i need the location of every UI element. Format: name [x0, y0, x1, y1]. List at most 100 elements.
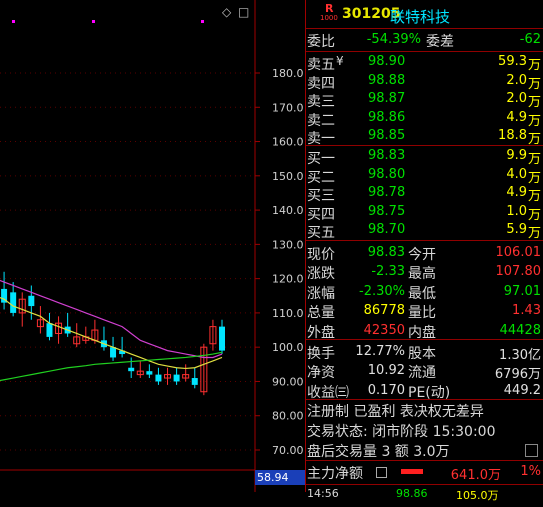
weicha-value: -62 [519, 32, 541, 47]
buy-level-1[interactable]: 买一 98.83 9.9 万 [306, 146, 543, 167]
expand-icon[interactable] [525, 444, 538, 457]
cursor-price-label: 58.94 [255, 470, 305, 485]
y-tick-label: 140.0 [272, 204, 304, 217]
y-tick-label: 180.0 [272, 67, 304, 80]
order-price: 98.83 [368, 148, 406, 163]
stat-value: 106.01 [495, 245, 542, 260]
main-flow-icon [376, 467, 387, 478]
candle-body [110, 347, 117, 358]
tick-time: 14:56 [307, 487, 339, 500]
tick-price: 98.86 [396, 487, 428, 500]
stock-name: 联特科技 [390, 8, 451, 26]
stock-header[interactable]: R 1000 301205 联特科技 [306, 0, 543, 28]
stat-value: 98.83 [367, 245, 405, 260]
y-tick-label: 70.00 [272, 444, 304, 457]
order-price: 98.85 [368, 128, 406, 144]
order-volume: 4.9 [506, 185, 527, 201]
y-tick-label: 170.0 [272, 101, 304, 114]
order-volume: 5.9 [506, 222, 527, 238]
stock-attributes: 注册制 已盈利 表决权无差异 [307, 404, 484, 420]
weibi-value: -54.39% [366, 32, 421, 47]
weibi-row: 委比 -54.39% 委差 -62 [306, 29, 543, 51]
buy-level-2[interactable]: 买二 98.80 4.0 万 [306, 165, 543, 186]
main-flow-label: 主力净额 [307, 466, 363, 482]
main-flow-bar [401, 469, 423, 474]
sell-level-3[interactable]: 卖三 98.87 2.0 万 [306, 89, 543, 110]
kline-svg: 180.0 170.0 160.0 150.0 140.0 130.0 120.0 110.0… [0, 0, 304, 492]
candle-body [191, 378, 198, 385]
y-tick-label: 90.00 [272, 375, 304, 388]
magenta-marker [92, 20, 95, 23]
order-volume: 4.0 [506, 166, 527, 182]
buy-level-3[interactable]: 买三 98.78 4.9 万 [306, 183, 543, 204]
square-icon: □ [238, 5, 249, 19]
stat-value: 107.80 [495, 264, 542, 280]
candle-body [46, 323, 53, 337]
weibi-label: 委比 [307, 34, 335, 50]
magenta-marker [201, 20, 204, 23]
tick-row: 14:56 98.86 105.0万 [306, 485, 543, 507]
stat-value: 42350 [363, 322, 405, 338]
order-price: 98.78 [368, 185, 406, 201]
divider [306, 399, 543, 400]
y-tick-label: 100.0 [272, 341, 304, 354]
stat-value: 1.43 [512, 303, 541, 319]
magenta-marker [12, 20, 15, 23]
y-tick-label: 80.00 [272, 410, 304, 423]
divider [306, 339, 543, 340]
candle-body [128, 367, 135, 372]
sell-level-4[interactable]: 卖四 98.88 2.0 万 [306, 71, 543, 92]
after-hours-volume: 盘后交易量 3 额 3.0万 [307, 444, 450, 460]
sell-level-2[interactable]: 卖二 98.86 4.9 万 [306, 108, 543, 129]
candle-body [155, 374, 162, 382]
stat-value: 0.170 [367, 382, 405, 398]
order-unit: 万 [527, 226, 541, 242]
quote-panel: R 1000 301205 联特科技 委比 -54.39% 委差 -62 卖五 ¥… [306, 0, 543, 502]
buy-level-4[interactable]: 买四 98.75 1.0 万 [306, 202, 543, 223]
candle-body [146, 371, 153, 375]
weicha-label: 委差 [426, 34, 454, 50]
stat-value: 449.2 [503, 382, 541, 398]
tick-volume: 105.0万 [456, 489, 499, 502]
diamond-icon: ◇ [222, 5, 232, 19]
stat-value: 97.01 [503, 283, 541, 299]
order-volume: 2.0 [506, 72, 527, 88]
ma-line-magenta [0, 279, 223, 359]
registration-tag: R 1000 [320, 2, 340, 22]
stat-value: -2.33 [371, 264, 405, 280]
order-volume: 1.0 [506, 203, 527, 219]
order-price: 98.88 [368, 72, 406, 88]
stat-value: 12.77% [355, 344, 405, 359]
candle-body [173, 374, 180, 382]
y-tick-label: 120.0 [272, 273, 304, 286]
sell-level-5[interactable]: 卖五 ¥98.90 59.3 万 [306, 52, 543, 73]
stat-value: 10.92 [367, 363, 405, 379]
main-flow-row[interactable]: 主力净额 641.0万 1% [306, 461, 543, 483]
order-volume: 2.0 [506, 91, 527, 107]
y-tick-label: 130.0 [272, 238, 304, 251]
order-price: 98.75 [368, 203, 406, 219]
sell-level-1[interactable]: 卖一 98.85 18.8 万 [306, 126, 543, 147]
order-volume: 9.9 [506, 148, 527, 163]
kline-chart[interactable]: 180.0 170.0 160.0 150.0 140.0 130.0 120.0 110.0… [0, 0, 305, 492]
order-price: 98.70 [368, 222, 406, 238]
order-volume: 59.3 [498, 54, 527, 69]
divider [306, 240, 543, 241]
order-volume: 18.8 [498, 128, 527, 144]
y-tick-label: 160.0 [272, 136, 304, 149]
candle-body [219, 326, 225, 351]
currency-icon: ¥ [336, 54, 344, 68]
stat-value: 86778 [363, 303, 405, 319]
y-tick-label: 110.0 [272, 307, 304, 320]
order-price: 98.86 [368, 109, 406, 125]
r-tag-number: 1000 [320, 14, 338, 22]
stat-value: -2.30% [359, 283, 405, 299]
candle-body [10, 292, 17, 313]
trading-status: 交易状态: 闭市阶段 15:30:00 [307, 424, 496, 440]
order-price: 98.90 [368, 54, 406, 69]
buy-level-5[interactable]: 买五 98.70 5.9 万 [306, 220, 543, 242]
stat-value: 44428 [499, 322, 541, 338]
order-price: 98.80 [368, 166, 406, 182]
order-price: 98.87 [368, 91, 406, 107]
main-flow-percent: 1% [520, 464, 541, 479]
